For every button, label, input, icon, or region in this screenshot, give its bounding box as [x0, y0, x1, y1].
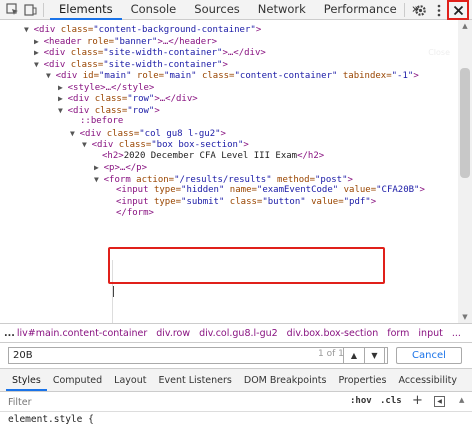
- styles-filter-bar: :hov .cls + ◀ ▲: [0, 392, 472, 412]
- tab-dom-breakpoints[interactable]: DOM Breakpoints: [238, 375, 333, 391]
- close-tooltip: Close: [428, 48, 450, 57]
- tree-line[interactable]: ▼ <form action="/results/results" method…: [0, 174, 458, 186]
- kebab-menu-icon[interactable]: [433, 1, 445, 19]
- tab-computed[interactable]: Computed: [47, 375, 108, 391]
- scroll-up-icon[interactable]: ▲: [459, 396, 464, 404]
- close-icon: [453, 5, 463, 15]
- breadcrumb-item[interactable]: div.box.box-section: [287, 328, 379, 339]
- tree-line[interactable]: <input type="hidden" name="examEventCode…: [0, 185, 458, 197]
- tree-line[interactable]: ▼ <div class="box box-section">: [0, 139, 458, 151]
- tree-line[interactable]: ▼ <div class="site-width-container">: [0, 59, 458, 71]
- breadcrumb-item[interactable]: div.col.gu8.l-gu2: [199, 328, 278, 339]
- tab-performance[interactable]: Performance: [315, 0, 406, 20]
- breadcrumb: ... liv#main.content-container div.row d…: [0, 323, 472, 343]
- tree-line[interactable]: <h2>2020 December CFA Level III Exam</h2…: [0, 151, 458, 163]
- tab-network[interactable]: Network: [249, 0, 315, 20]
- tab-layout[interactable]: Layout: [108, 375, 152, 391]
- tree-line[interactable]: ▼ <div id="main" role="main" class="cont…: [0, 70, 458, 82]
- tree-line[interactable]: ▼ <div class="col gu8 l-gu2">: [0, 128, 458, 140]
- tree-line[interactable]: ▼ <div class="content-background-contain…: [0, 24, 458, 36]
- search-nav: ▲ ▼: [343, 347, 385, 364]
- tab-elements[interactable]: Elements: [50, 0, 122, 20]
- tree-line-selected[interactable]: <input type="submit" class="button" valu…: [0, 197, 458, 209]
- styles-tabbar: Styles Computed Layout Event Listeners D…: [0, 369, 472, 392]
- close-devtools-button[interactable]: [447, 0, 469, 20]
- tree-line[interactable]: ▶ <div class="row">…</div>: [0, 93, 458, 105]
- text-cursor: [113, 286, 114, 297]
- tree-scrollbar[interactable]: ▲ ▼: [458, 20, 472, 323]
- tab-sources[interactable]: Sources: [185, 0, 249, 20]
- device-toggle-icon[interactable]: [21, 1, 39, 19]
- inspect-element-icon[interactable]: [3, 1, 21, 19]
- new-style-rule-button[interactable]: +: [412, 393, 423, 408]
- devtools-toolbar: Elements Console Sources Network Perform…: [0, 0, 472, 20]
- tree-line[interactable]: ::before: [0, 116, 458, 128]
- tab-accessibility[interactable]: Accessibility: [392, 375, 462, 391]
- element-style-rule[interactable]: element.style {: [8, 414, 94, 425]
- tab-styles[interactable]: Styles: [6, 375, 47, 391]
- tree-line[interactable]: ▶ <header role="banner">…</header>: [0, 36, 458, 48]
- computed-sidebar-icon[interactable]: ◀: [434, 396, 445, 407]
- tab-properties[interactable]: Properties: [332, 375, 392, 391]
- dom-tree: ▼ <div class="content-background-contain…: [0, 20, 458, 323]
- breadcrumb-item[interactable]: liv#main.content-container: [17, 328, 147, 339]
- toolbar-divider: [404, 3, 405, 17]
- tree-line[interactable]: ▼ <div class="row">: [0, 105, 458, 117]
- chevron-up-icon[interactable]: ▲: [344, 348, 364, 363]
- chevron-down-icon[interactable]: ▼: [363, 348, 384, 363]
- breadcrumb-item-selected[interactable]: input: [418, 328, 442, 339]
- breadcrumb-item[interactable]: div.row: [156, 328, 190, 339]
- breadcrumb-overflow-end[interactable]: ...: [452, 328, 461, 339]
- search-bar: 1 of 1 ▲ ▼ Cancel: [0, 343, 472, 369]
- tree-line[interactable]: ▶ <style>…</style>: [0, 82, 458, 94]
- tree-line[interactable]: </form>: [0, 208, 458, 220]
- class-toggle[interactable]: .cls: [380, 396, 402, 406]
- tab-console[interactable]: Console: [122, 0, 186, 20]
- tree-line[interactable]: ▶ <p>…</p>: [0, 162, 458, 174]
- scroll-down-icon[interactable]: ▼: [458, 311, 472, 323]
- filter-input[interactable]: [8, 395, 308, 409]
- gear-icon[interactable]: [411, 1, 429, 19]
- cancel-button[interactable]: Cancel: [396, 347, 462, 364]
- scroll-thumb[interactable]: [460, 68, 470, 178]
- toolbar-divider: [43, 2, 44, 17]
- search-match-count: 1 of 1: [318, 349, 344, 359]
- scroll-up-icon[interactable]: ▲: [458, 20, 472, 32]
- tree-line[interactable]: ▶ <div class="site-width-container">…</d…: [0, 47, 458, 59]
- hover-state-toggle[interactable]: :hov: [350, 396, 372, 406]
- breadcrumb-overflow[interactable]: ...: [4, 328, 15, 339]
- tab-event-listeners[interactable]: Event Listeners: [152, 375, 237, 391]
- breadcrumb-item[interactable]: form: [387, 328, 409, 339]
- highlight-box: [108, 247, 385, 284]
